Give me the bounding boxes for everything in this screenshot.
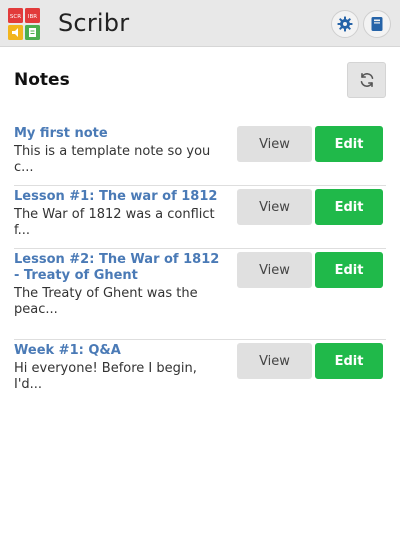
list-item: Week #1: Q&A Hi everyone! Before I begin… (14, 343, 386, 393)
edit-button[interactable]: Edit (315, 343, 383, 379)
refresh-button[interactable] (347, 62, 386, 98)
gear-icon (337, 16, 353, 32)
note-title[interactable]: Lesson #2: The War of 1812 - Treaty of G… (14, 252, 224, 284)
list-item: My first note This is a template note so… (14, 126, 386, 176)
notebook-button[interactable] (363, 10, 391, 38)
book-icon (371, 17, 383, 31)
note-title[interactable]: Lesson #1: The war of 1812 (14, 189, 224, 205)
list-item: Lesson #2: The War of 1812 - Treaty of G… (14, 252, 386, 318)
view-button[interactable]: View (237, 189, 312, 225)
view-button[interactable]: View (237, 252, 312, 288)
divider (14, 248, 386, 249)
note-preview: Hi everyone! Before I begin, I'd... (14, 361, 197, 392)
logo-text-right: IBR (28, 14, 37, 20)
view-button[interactable]: View (237, 126, 312, 162)
logo-text-left: SCR (10, 14, 21, 20)
refresh-icon (360, 73, 373, 87)
app-header: SCR IBR Scribr (0, 0, 400, 47)
app-title: Scribr (58, 9, 130, 37)
scribr-logo-icon: SCR IBR (8, 8, 40, 40)
settings-button[interactable] (331, 10, 359, 38)
page-title: Notes (14, 70, 70, 90)
divider (14, 185, 386, 186)
note-preview: The War of 1812 was a conflict f... (14, 207, 215, 238)
edit-button[interactable]: Edit (315, 126, 383, 162)
edit-button[interactable]: Edit (315, 189, 383, 225)
note-title[interactable]: Week #1: Q&A (14, 343, 224, 359)
note-preview: This is a template note so you c... (14, 144, 211, 175)
view-button[interactable]: View (237, 343, 312, 379)
edit-button[interactable]: Edit (315, 252, 383, 288)
divider (14, 339, 386, 340)
note-preview: The Treaty of Ghent was the peac... (14, 286, 198, 317)
note-title[interactable]: My first note (14, 126, 224, 142)
list-item: Lesson #1: The war of 1812 The War of 18… (14, 189, 386, 239)
